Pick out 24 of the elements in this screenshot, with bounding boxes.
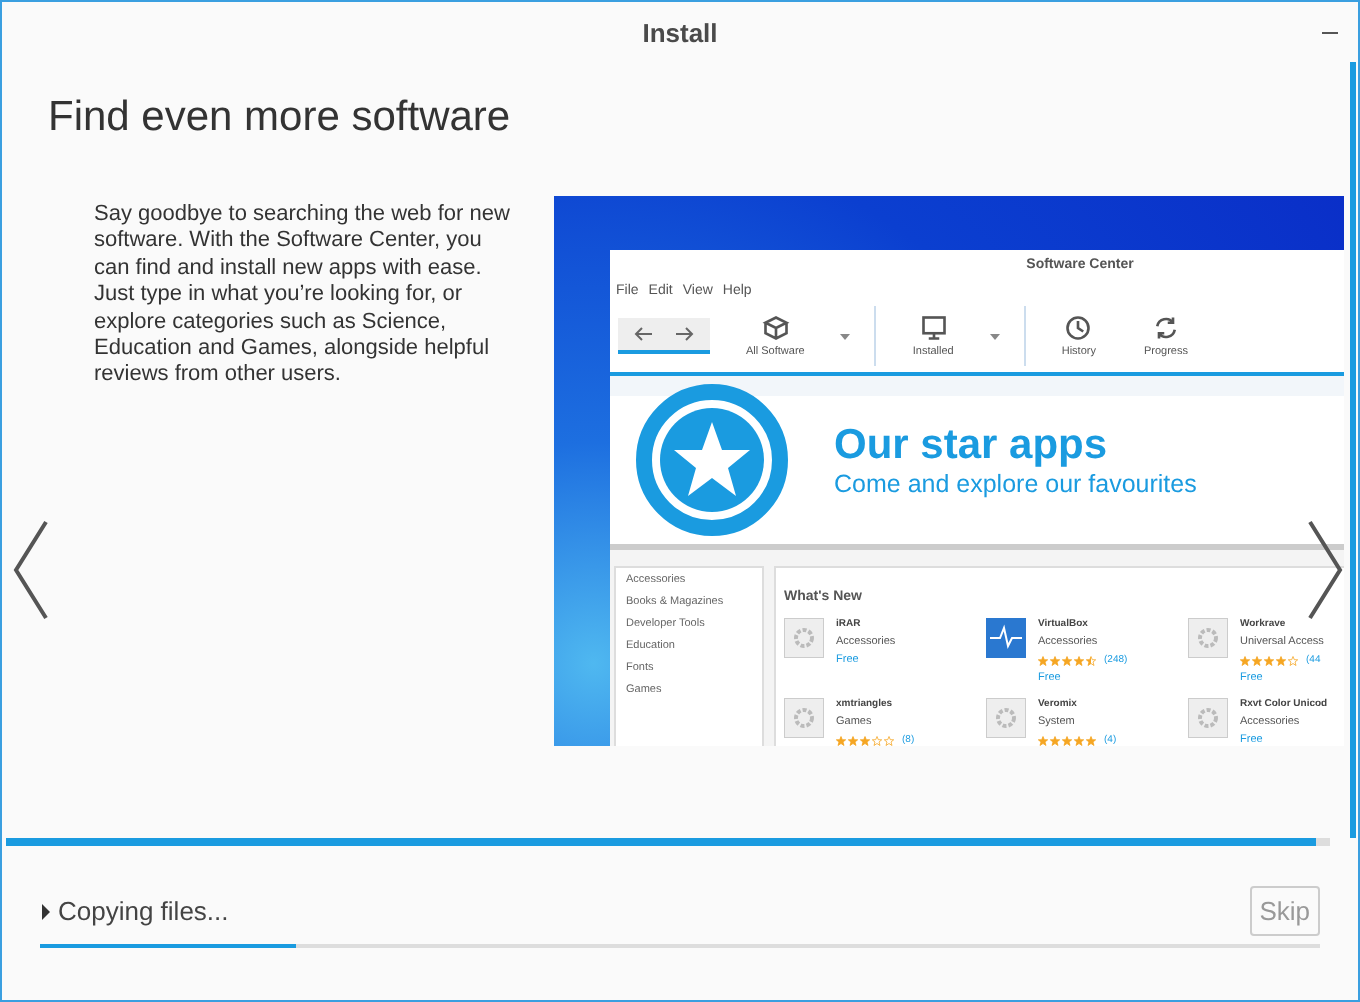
- banner-subtitle: Come and explore our favourites: [834, 469, 1197, 498]
- forward-arrow-icon[interactable]: [674, 326, 694, 343]
- banner-title: Our star apps: [834, 421, 1110, 470]
- back-arrow-icon[interactable]: [634, 326, 654, 343]
- gear-icon: [784, 618, 824, 658]
- slide-heading: Find even more software: [48, 94, 513, 142]
- gear-icon: [1188, 698, 1228, 738]
- gear-icon: [1188, 618, 1228, 658]
- details-expander[interactable]: Copying files...: [40, 896, 229, 926]
- slide-description: Say goodbye to searching the web for new software. With the Software Center, you can find and install new apps with ease. Just type in what you’re looking for, or explore categories such as Science, Education and Games, alongside helpful reviews from other users.: [94, 202, 512, 391]
- navigation-buttons[interactable]: [618, 318, 710, 355]
- gear-icon: [986, 698, 1026, 738]
- minimize-icon[interactable]: [1322, 32, 1338, 36]
- expander-icon: [40, 903, 52, 919]
- scrollbar[interactable]: [1350, 62, 1356, 838]
- monitor-icon: [919, 314, 948, 343]
- caret-icon[interactable]: [989, 333, 1000, 340]
- window-title: Install: [642, 17, 718, 47]
- package-icon: [761, 314, 790, 343]
- clock-icon: [1064, 314, 1093, 343]
- sync-icon: [1151, 314, 1180, 343]
- pulse-icon: [986, 618, 1026, 658]
- gear-icon: [784, 698, 824, 738]
- caret-icon[interactable]: [840, 333, 851, 340]
